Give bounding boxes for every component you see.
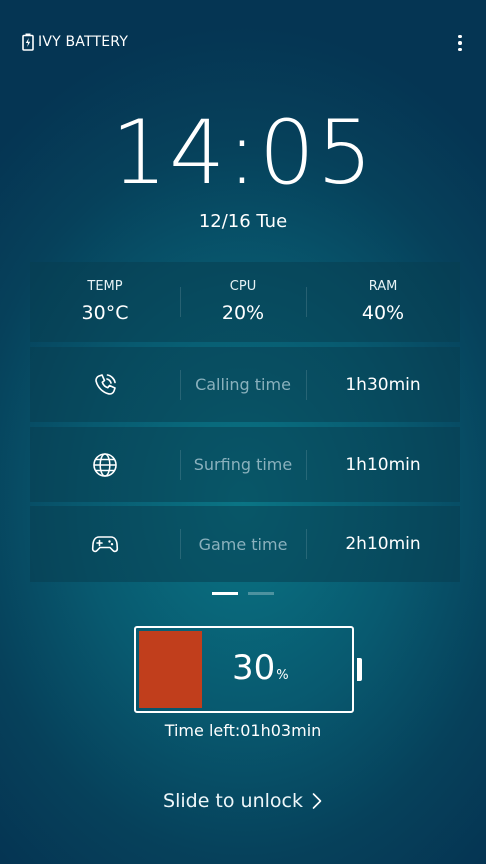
battery-tip <box>357 658 362 681</box>
ram-value: 40% <box>361 302 405 324</box>
ram-stat: RAM 40% <box>306 262 460 342</box>
temp-value: 30°C <box>81 302 129 324</box>
calling-time-row: Calling time 1h30min <box>30 347 460 422</box>
system-stats-card: TEMP 30°C CPU 20% RAM 40% <box>30 262 460 342</box>
globe-icon <box>93 452 117 477</box>
more-vert-icon <box>458 34 462 39</box>
calling-time-value: 1h30min <box>345 374 421 395</box>
cpu-value: 20% <box>221 302 265 324</box>
time-left: Time left:01h03min <box>0 720 486 742</box>
more-options-button[interactable] <box>452 32 468 54</box>
page-dot-1[interactable] <box>212 592 238 595</box>
battery-charging-icon <box>22 33 34 51</box>
surfing-time-value: 1h10min <box>345 454 421 475</box>
phone-call-icon <box>95 373 116 395</box>
game-time-row: Game time 2h10min <box>30 506 460 582</box>
clock-date: 12/16 Tue <box>198 211 288 232</box>
app-header: IVY BATTERY <box>22 33 128 51</box>
chevron-right-icon <box>312 793 322 809</box>
page-indicator <box>212 592 274 595</box>
temp-label: TEMP <box>87 279 123 294</box>
battery-percent: 30 % <box>232 648 289 688</box>
page-dot-2[interactable] <box>248 592 274 595</box>
calling-time-label: Calling time <box>195 375 291 394</box>
slide-to-unlock-label: Slide to unlock <box>163 790 303 812</box>
gamepad-icon <box>91 536 119 553</box>
time-left-value: 01h03min <box>240 721 322 740</box>
ram-label: RAM <box>368 279 398 294</box>
battery-level-fill <box>139 631 202 708</box>
surfing-time-label: Surfing time <box>193 455 293 474</box>
game-time-value: 2h10min <box>345 534 421 554</box>
surfing-time-row: Surfing time 1h10min <box>30 427 460 502</box>
clock-time: 14:05 <box>111 101 375 204</box>
time-left-label: Time left: <box>164 721 241 740</box>
slide-to-unlock[interactable]: Slide to unlock <box>0 788 486 814</box>
battery-gauge: 30 % <box>134 626 362 713</box>
game-time-label: Game time <box>198 534 288 554</box>
battery-percent-unit: % <box>276 668 289 683</box>
temp-stat: TEMP 30°C <box>30 262 180 342</box>
app-title: IVY BATTERY <box>38 34 129 50</box>
cpu-label: CPU <box>229 279 257 294</box>
cpu-stat: CPU 20% <box>180 262 306 342</box>
battery-percent-value: 30 <box>232 648 276 688</box>
